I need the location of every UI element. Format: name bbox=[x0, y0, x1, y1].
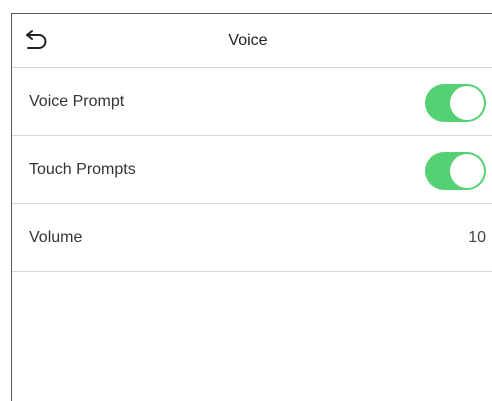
volume-label: Volume bbox=[29, 228, 83, 246]
voice-prompt-label: Voice Prompt bbox=[29, 92, 125, 110]
volume-row[interactable]: Volume 10 bbox=[12, 204, 492, 272]
back-arrow-icon bbox=[26, 30, 47, 49]
touch-prompts-row[interactable]: Touch Prompts bbox=[12, 136, 492, 204]
toggle-knob bbox=[450, 154, 484, 188]
back-button[interactable] bbox=[24, 28, 50, 52]
page-header: Voice bbox=[12, 14, 492, 68]
touch-prompts-label: Touch Prompts bbox=[29, 160, 136, 178]
voice-prompt-toggle[interactable] bbox=[425, 84, 486, 122]
toggle-knob bbox=[450, 86, 484, 120]
page-title: Voice bbox=[228, 31, 268, 49]
touch-prompts-toggle[interactable] bbox=[425, 152, 486, 190]
voice-prompt-row[interactable]: Voice Prompt bbox=[12, 68, 492, 136]
voice-settings-screen: Voice Voice Prompt Touch Prompts Volume … bbox=[11, 13, 492, 401]
volume-value: 10 bbox=[468, 228, 486, 246]
